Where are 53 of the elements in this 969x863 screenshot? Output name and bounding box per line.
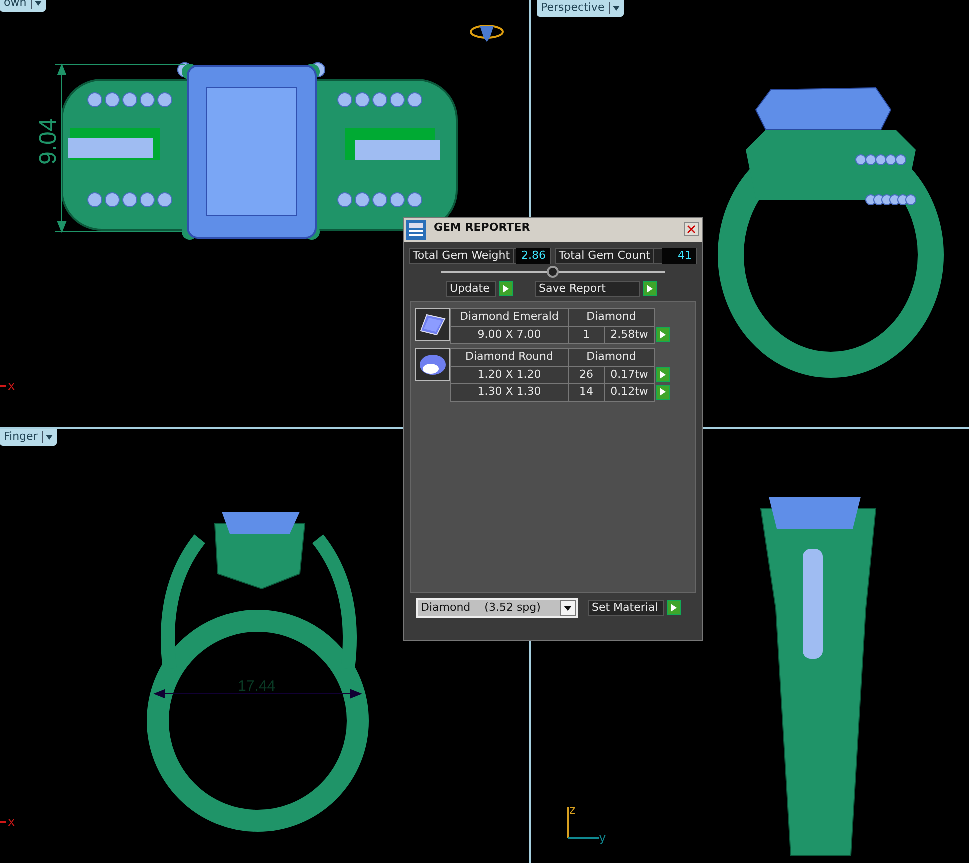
- close-icon: [687, 224, 696, 234]
- play-arrow-button[interactable]: [656, 327, 670, 342]
- play-icon: [660, 370, 666, 379]
- dialog-title: GEM REPORTER: [433, 220, 530, 236]
- axis-label: z: [569, 802, 576, 819]
- play-icon: [671, 604, 677, 612]
- set-material-button[interactable]: Set Material: [588, 600, 664, 616]
- caret-icon: [34, 0, 42, 6]
- gem-size: 1.20 X 1.20: [450, 366, 568, 384]
- emerald-gem-icon: [418, 312, 446, 336]
- gem-weight: 0.12tw: [604, 384, 654, 401]
- gem-material: Diamond: [568, 308, 654, 326]
- slider-thumb[interactable]: [547, 266, 559, 278]
- update-button[interactable]: Update: [446, 281, 496, 297]
- axis-label: x: [8, 814, 16, 831]
- material-name: Diamond: [421, 600, 471, 616]
- gem-size: 1.30 X 1.30: [450, 384, 568, 401]
- total-label: Total Gem Weight: [410, 249, 514, 263]
- gem-weight: 0.17tw: [604, 366, 654, 384]
- play-icon: [647, 284, 653, 292]
- play-icon: [503, 284, 509, 292]
- axis-label: x: [8, 378, 16, 395]
- play-arrow-button[interactable]: [656, 384, 670, 400]
- play-icon: [660, 388, 666, 396]
- material-select[interactable]: Diamond (3.52 spg): [416, 598, 578, 618]
- axis-label: y: [599, 830, 606, 847]
- gem-name: Diamond Round: [450, 348, 568, 366]
- close-button[interactable]: [684, 222, 699, 236]
- save-report-button[interactable]: Save Report: [535, 281, 640, 297]
- gem-count: 1: [568, 326, 604, 344]
- total-value: 2.86: [516, 248, 550, 264]
- dimension-label: 17.44: [238, 678, 276, 695]
- play-icon: [660, 330, 666, 339]
- total-value: 41: [662, 248, 696, 264]
- viewport-tab[interactable]: Perspective: [537, 0, 624, 16]
- gem-count: 14: [568, 384, 604, 401]
- orientation-icon: [470, 25, 504, 42]
- viewport-tab[interactable]: Finger: [0, 429, 57, 446]
- dimension-label: 9.04: [35, 118, 62, 165]
- round-gem-icon: [418, 352, 446, 376]
- gem-weight: 2.58tw: [604, 326, 654, 344]
- gem-size: 9.00 X 7.00: [450, 326, 568, 344]
- report-icon: [406, 220, 426, 240]
- total-label: Total Gem Count: [556, 249, 654, 263]
- gem-material: Diamond: [568, 348, 654, 366]
- axis-lines-icon: [567, 807, 599, 839]
- caret-icon: [612, 6, 620, 11]
- caret-icon: [46, 434, 53, 440]
- viewport-tab[interactable]: own: [0, 0, 46, 12]
- gem-count: 26: [568, 366, 604, 384]
- gem-name: Diamond Emerald: [450, 308, 568, 326]
- material-density: (3.52 spg): [484, 600, 541, 616]
- play-arrow-button[interactable]: [656, 367, 670, 382]
